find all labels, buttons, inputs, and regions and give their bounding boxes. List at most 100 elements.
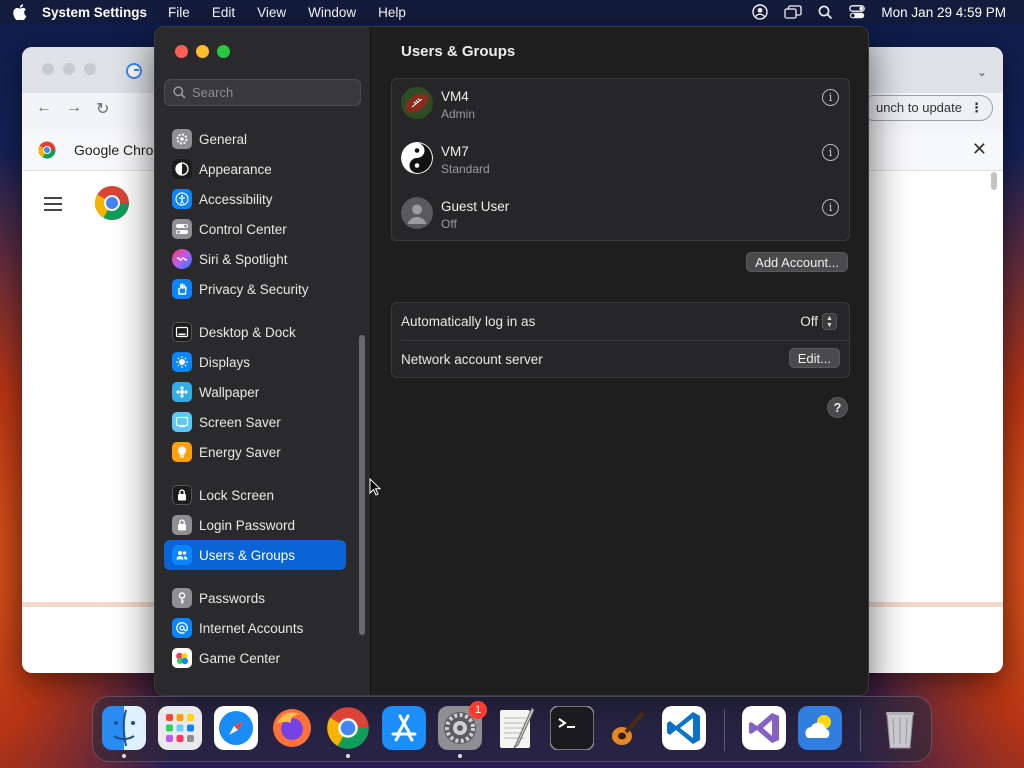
trash-icon: [886, 712, 914, 749]
sidebar-item-desktop-dock[interactable]: Desktop & Dock: [164, 317, 346, 347]
add-account-button[interactable]: Add Account...: [746, 252, 848, 272]
sidebar-item-game-center[interactable]: Game Center: [164, 643, 346, 673]
dock-garageband[interactable]: [606, 706, 650, 750]
sidebar-item-label: Control Center: [199, 221, 287, 237]
user-row-vm4[interactable]: VM4 Admin i: [392, 79, 849, 134]
auto-login-row: Automatically log in as Off ▲ ▼: [392, 303, 849, 340]
dock-launchpad[interactable]: [158, 706, 202, 750]
sidebar-item-passwords[interactable]: Passwords: [164, 583, 346, 613]
sidebar-item-privacy-security[interactable]: Privacy & Security: [164, 274, 346, 304]
dock-vscode[interactable]: [662, 706, 706, 750]
chrome-scrollbar[interactable]: [991, 172, 997, 190]
auto-login-popup[interactable]: Off ▲ ▼: [800, 313, 837, 330]
hand-icon: [172, 279, 192, 299]
help-button[interactable]: ?: [827, 397, 848, 418]
edit-menu[interactable]: Edit: [201, 5, 246, 20]
lock-icon: [172, 515, 192, 535]
help-menu[interactable]: Help: [367, 5, 417, 20]
finder-icon: [102, 706, 146, 750]
info-icon[interactable]: i: [822, 89, 839, 106]
sidebar-item-screen-saver[interactable]: Screen Saver: [164, 407, 346, 437]
file-menu[interactable]: File: [157, 5, 201, 20]
notification-badge: 1: [469, 701, 487, 719]
sidebar-item-appearance[interactable]: Appearance: [164, 154, 346, 184]
sidebar-item-energy-saver[interactable]: Energy Saver: [164, 437, 346, 467]
visual-studio-icon: [742, 706, 786, 750]
sidebar-item-label: Siri & Spotlight: [199, 251, 288, 267]
app-name-menu[interactable]: System Settings: [40, 5, 157, 20]
zoom-window-button[interactable]: [217, 45, 230, 58]
info-icon[interactable]: i: [822, 199, 839, 216]
user-name: VM4: [441, 89, 469, 104]
user-row-vm7[interactable]: VM7 Standard i: [392, 134, 849, 189]
dock-separator: [860, 709, 861, 751]
sidebar-item-internet-accounts[interactable]: Internet Accounts: [164, 613, 346, 643]
sidebar-item-label: Wallpaper: [199, 384, 260, 400]
system-settings-window: General Appearance Accessibility Control…: [154, 26, 869, 696]
spotlight-search-icon[interactable]: [818, 5, 833, 20]
view-menu[interactable]: View: [246, 5, 297, 20]
user-role: Off: [441, 217, 457, 231]
dock-system-settings[interactable]: 1: [438, 701, 487, 758]
weather-icon: [798, 706, 842, 750]
dock-weather[interactable]: [798, 706, 842, 750]
apple-menu-icon[interactable]: [0, 4, 40, 20]
dock-trash[interactable]: [878, 706, 922, 750]
google-tab-favicon-icon[interactable]: [126, 63, 142, 84]
search-input[interactable]: [192, 85, 352, 100]
accessibility-icon: [172, 189, 192, 209]
window-menu[interactable]: Window: [297, 5, 367, 20]
tab-search-chevron-icon[interactable]: ⌄: [977, 65, 987, 79]
chrome-window-controls[interactable]: [42, 63, 96, 75]
sidebar-item-control-center[interactable]: Control Center: [164, 214, 346, 244]
forward-arrow-icon[interactable]: →: [66, 99, 82, 119]
sidebar-item-users-groups[interactable]: Users & Groups: [164, 540, 346, 570]
mouse-cursor-icon: [369, 477, 382, 501]
dock-textedit[interactable]: [494, 706, 538, 750]
siri-icon: [172, 249, 192, 269]
info-icon[interactable]: i: [822, 144, 839, 161]
sidebar-item-label: Screen Saver: [199, 414, 281, 430]
hamburger-menu-icon[interactable]: [44, 197, 62, 215]
edit-network-server-button[interactable]: Edit...: [788, 348, 840, 368]
relaunch-label: unch to update: [875, 100, 962, 115]
user-row-guest[interactable]: Guest User Off i: [392, 189, 849, 244]
menu-bar-clock[interactable]: Mon Jan 29 4:59 PM: [881, 5, 1006, 20]
sidebar-search[interactable]: [164, 79, 361, 106]
dock-finder[interactable]: [102, 706, 146, 758]
sidebar-item-accessibility[interactable]: Accessibility: [164, 184, 346, 214]
chrome-menu-dots-icon[interactable]: ⋮: [970, 96, 983, 120]
relaunch-to-update-button[interactable]: unch to update ⋮: [860, 95, 993, 121]
sidebar-item-lock-screen[interactable]: Lock Screen: [164, 480, 346, 510]
sidebar-item-label: Users & Groups: [199, 547, 296, 563]
launchpad-icon: [158, 706, 202, 750]
close-window-button[interactable]: [175, 45, 188, 58]
sidebar-item-login-password[interactable]: Login Password: [164, 510, 346, 540]
sidebar-item-general[interactable]: General: [164, 124, 346, 154]
screen-mirroring-icon[interactable]: [784, 5, 803, 19]
sidebar-item-label: General: [199, 131, 248, 147]
sidebar-item-siri-spotlight[interactable]: Siri & Spotlight: [164, 244, 346, 274]
reload-icon[interactable]: ↻: [96, 99, 109, 119]
dock-icon: [172, 322, 192, 342]
auto-login-label: Automatically log in as: [401, 314, 536, 329]
sidebar-item-label: Privacy & Security: [199, 281, 309, 297]
control-center-icon[interactable]: [849, 5, 866, 19]
dock-firefox[interactable]: [270, 706, 314, 750]
dock-app-store[interactable]: [382, 706, 426, 750]
back-arrow-icon[interactable]: ←: [36, 99, 52, 119]
at-icon: [172, 618, 192, 638]
dock-terminal[interactable]: [550, 706, 594, 750]
sidebar-item-displays[interactable]: Displays: [164, 347, 346, 377]
dock-visual-studio[interactable]: [742, 706, 786, 750]
sidebar-item-label: Accessibility: [199, 191, 273, 207]
user-role: Standard: [441, 162, 490, 176]
dock-safari[interactable]: [214, 706, 258, 750]
sidebar-item-wallpaper[interactable]: Wallpaper: [164, 377, 346, 407]
user-name: VM7: [441, 144, 469, 159]
user-switch-icon[interactable]: [752, 4, 769, 20]
sidebar-scrollbar[interactable]: [359, 335, 365, 635]
minimize-window-button[interactable]: [196, 45, 209, 58]
dock-chrome[interactable]: [326, 706, 370, 758]
infobar-close-icon[interactable]: ✕: [972, 139, 987, 160]
